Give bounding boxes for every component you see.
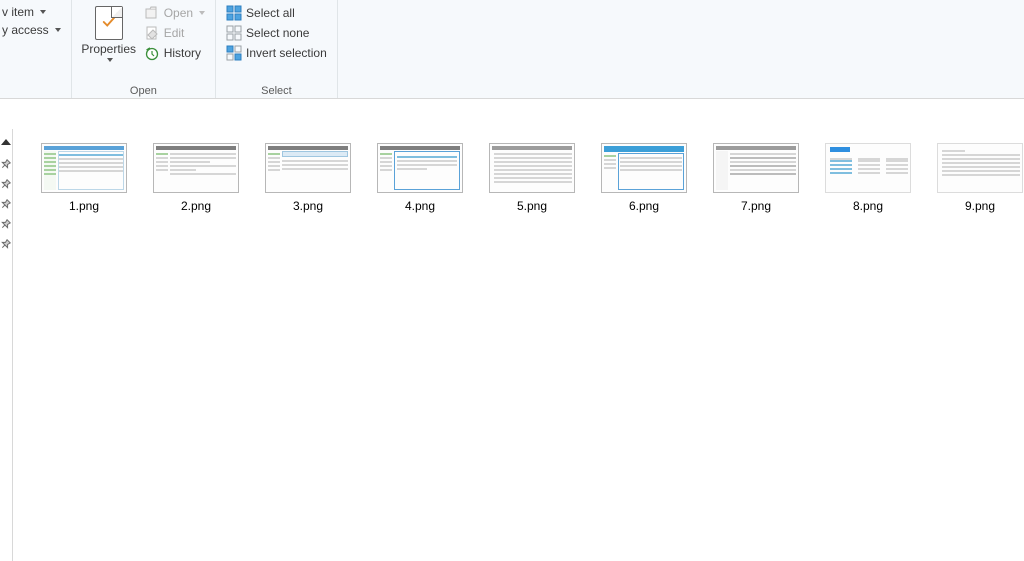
file-item[interactable]: 2.png (153, 143, 239, 213)
select-all-button[interactable]: Select all (224, 4, 329, 22)
select-none-label: Select none (246, 26, 309, 40)
easy-access-label: y access (2, 23, 49, 37)
ribbon-group-new: v item y access (0, 0, 72, 98)
file-name: 1.png (69, 199, 99, 213)
invert-selection-label: Invert selection (246, 46, 327, 60)
select-all-label: Select all (246, 6, 295, 20)
invert-selection-icon (226, 45, 242, 61)
select-none-icon (226, 25, 242, 41)
open-icon (144, 5, 160, 21)
invert-selection-button[interactable]: Invert selection (224, 44, 329, 62)
thumbnail-image (713, 143, 799, 193)
nav-rail (0, 129, 12, 561)
file-name: 9.png (965, 199, 995, 213)
select-all-icon (226, 5, 242, 21)
history-button[interactable]: History (142, 44, 207, 62)
easy-access-dropdown[interactable]: y access (0, 22, 63, 38)
pin-icon[interactable] (0, 199, 12, 211)
open-dropdown[interactable]: Open (142, 4, 207, 22)
file-item[interactable]: 1.png (41, 143, 127, 213)
properties-icon (95, 6, 123, 40)
chevron-down-icon (55, 28, 61, 32)
chevron-down-icon (199, 11, 205, 15)
chevron-down-icon (107, 58, 113, 62)
file-item[interactable]: 4.png (377, 143, 463, 213)
pin-icon[interactable] (0, 179, 12, 191)
main-area: 1.png 2.png 3.png (0, 99, 1024, 561)
history-label: History (164, 46, 201, 60)
edit-icon (144, 25, 160, 41)
thumbnail-image (41, 143, 127, 193)
file-name: 6.png (629, 199, 659, 213)
group-label-open: Open (80, 83, 207, 98)
ribbon: v item y access Properties (0, 0, 1024, 99)
thumbnail-image (265, 143, 351, 193)
file-item[interactable]: 5.png (489, 143, 575, 213)
ribbon-group-open: Properties Open Edit (72, 0, 216, 98)
group-label-new (0, 83, 63, 98)
thumbnail-row: 1.png 2.png 3.png (41, 143, 1023, 213)
file-name: 3.png (293, 199, 323, 213)
file-name: 8.png (853, 199, 883, 213)
file-item[interactable]: 6.png (601, 143, 687, 213)
select-none-button[interactable]: Select none (224, 24, 329, 42)
thumbnail-image (489, 143, 575, 193)
pin-icon[interactable] (0, 219, 12, 231)
file-name: 4.png (405, 199, 435, 213)
file-item[interactable]: 9.png (937, 143, 1023, 213)
ribbon-group-select: Select all Select none Invert selection … (216, 0, 338, 98)
thumbnail-image (825, 143, 911, 193)
new-item-label: v item (2, 5, 34, 19)
content-pane[interactable]: 1.png 2.png 3.png (12, 129, 1024, 561)
edit-label: Edit (164, 26, 185, 40)
properties-label: Properties (81, 42, 136, 56)
scroll-up-arrow-icon[interactable] (1, 139, 11, 145)
file-name: 2.png (181, 199, 211, 213)
thumbnail-image (153, 143, 239, 193)
open-label: Open (164, 6, 193, 20)
group-label-select: Select (224, 83, 329, 98)
properties-button[interactable]: Properties (80, 2, 138, 62)
file-item[interactable]: 7.png (713, 143, 799, 213)
history-icon (144, 45, 160, 61)
file-name: 5.png (517, 199, 547, 213)
pin-icon[interactable] (0, 239, 12, 251)
new-item-dropdown[interactable]: v item (0, 4, 63, 20)
thumbnail-image (601, 143, 687, 193)
file-name: 7.png (741, 199, 771, 213)
thumbnail-image (377, 143, 463, 193)
file-item[interactable]: 3.png (265, 143, 351, 213)
edit-button[interactable]: Edit (142, 24, 207, 42)
thumbnail-image (937, 143, 1023, 193)
pin-icon[interactable] (0, 159, 12, 171)
chevron-down-icon (40, 10, 46, 14)
file-item[interactable]: 8.png (825, 143, 911, 213)
